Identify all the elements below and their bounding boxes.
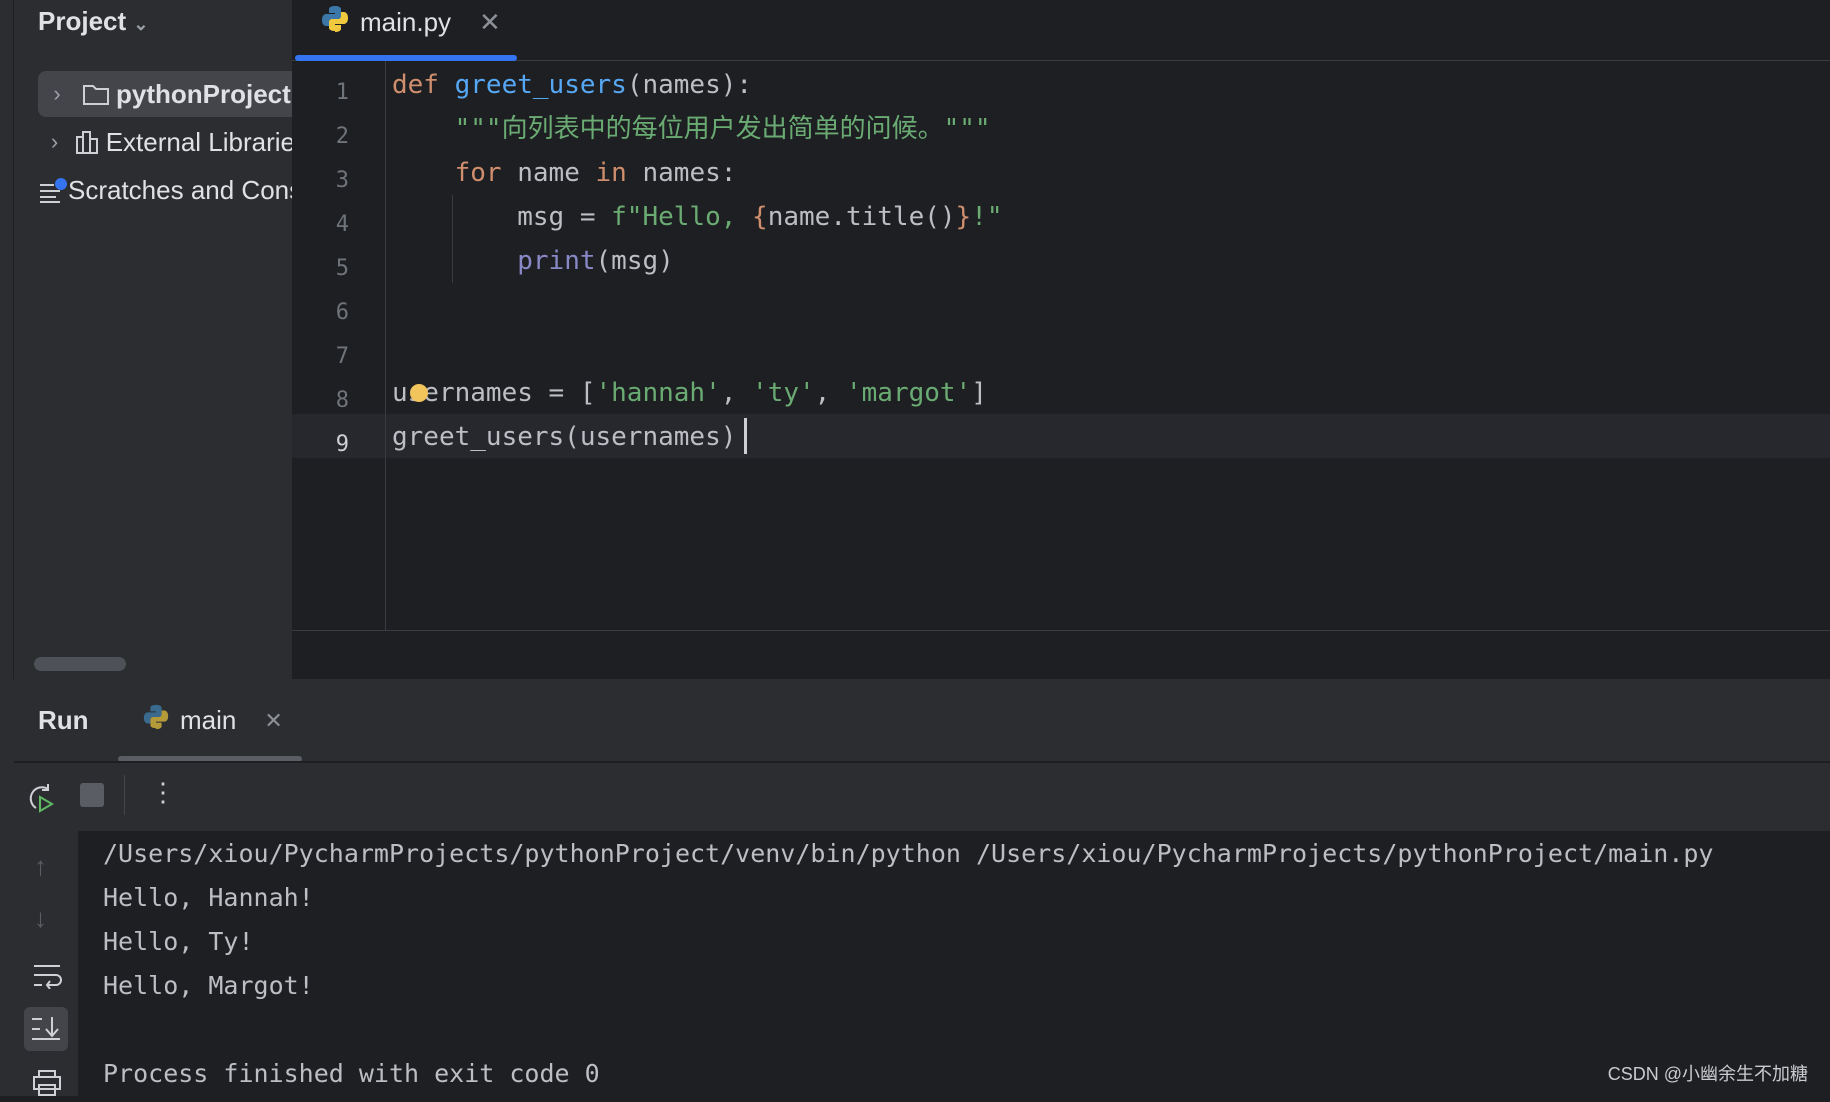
console-line: Hello, Ty! — [103, 927, 254, 956]
scratches-icon — [38, 177, 68, 203]
scroll-to-end-icon[interactable] — [24, 1007, 68, 1051]
project-view-selector[interactable]: Project ⌄ — [38, 6, 148, 37]
line-number: 1 — [335, 80, 349, 105]
divider — [124, 775, 125, 815]
line-number: 8 — [335, 388, 349, 413]
code-token: 'hannah' — [595, 378, 721, 408]
console-toolbar: ↑ ↓ — [14, 831, 78, 1096]
folder-icon — [76, 82, 116, 106]
code-line[interactable]: def greet_users(names): — [392, 63, 752, 107]
chevron-right-icon[interactable]: › — [38, 81, 76, 107]
code-token: } — [955, 202, 972, 232]
line-number: 4 — [335, 212, 349, 237]
watermark: CSDN @小幽余生不加糖 — [1607, 1064, 1808, 1084]
code-token: , — [720, 378, 753, 408]
code-token: def — [392, 70, 455, 100]
code-token: (names): — [626, 70, 753, 100]
code-token: """向列表中的每位用户发出简单的问候。""" — [392, 114, 991, 144]
rerun-icon[interactable] — [24, 781, 56, 818]
code-line[interactable]: for name in names: — [392, 151, 737, 195]
code-token: (msg) — [595, 246, 674, 276]
tree-item-scratches[interactable]: Scratches and Consoles — [38, 167, 292, 213]
line-number: 3 — [335, 168, 349, 193]
line-number: 6 — [335, 300, 349, 325]
tree-item-label: Scratches and Consoles — [68, 174, 292, 205]
arrow-up-icon[interactable]: ↑ — [34, 851, 47, 882]
console-line: Hello, Margot! — [103, 971, 314, 1000]
editor-tab-bar: main.py ✕ — [292, 0, 1830, 61]
close-icon[interactable]: ✕ — [264, 708, 282, 734]
run-panel-title: Run — [38, 705, 89, 735]
code-token: ] — [971, 378, 987, 408]
code-token: name — [501, 158, 596, 188]
stop-icon[interactable] — [80, 783, 104, 807]
code-token: names: — [626, 158, 737, 188]
tab-main-py[interactable]: main.py ✕ — [320, 4, 501, 41]
indent-guide — [452, 195, 453, 283]
line-number: 7 — [335, 344, 349, 369]
code-token: msg = — [392, 202, 612, 232]
tab-label: main.py — [360, 7, 452, 37]
python-icon — [320, 4, 350, 41]
code-line[interactable]: msg = f"Hello, {name.title()}!" — [392, 195, 1003, 239]
tree-item-external-libraries[interactable]: › External Libraries — [38, 119, 292, 165]
code-token: print — [517, 246, 596, 276]
code-token: { — [752, 202, 768, 232]
intention-bulb-icon[interactable] — [410, 384, 428, 402]
print-icon[interactable] — [32, 1069, 62, 1102]
code-token: 'ty' — [752, 378, 815, 408]
code-token: 'margot' — [845, 378, 972, 408]
code-line[interactable]: greet_users(usernames) — [392, 415, 736, 459]
tree-item-pythonproject[interactable]: › pythonProject — [38, 71, 292, 117]
code-token: for — [454, 158, 502, 188]
close-icon[interactable]: ✕ — [479, 7, 501, 38]
code-token: greet_users(usernames) — [392, 422, 737, 452]
chevron-down-icon: ⌄ — [133, 14, 149, 34]
console-output[interactable]: /Users/xiou/PycharmProjects/pythonProjec… — [78, 831, 1830, 1096]
console-line: /Users/xiou/PycharmProjects/pythonProjec… — [103, 839, 1714, 868]
tree-item-label: External Libraries — [105, 126, 292, 157]
sidebar-horizontal-scrollbar[interactable] — [34, 657, 126, 671]
project-sidebar: Project ⌄ › pythonProject › External Lib… — [14, 0, 292, 679]
line-number: 9 — [335, 432, 349, 457]
run-tab-label: main — [180, 705, 237, 735]
console-line: Process finished with exit code 0 — [103, 1059, 600, 1088]
code-token: f"Hello, — [611, 202, 753, 232]
code-token: , — [814, 378, 846, 408]
divider — [14, 761, 1830, 763]
line-number-gutter: 1 2 3 4 5 6 7 8 9 — [292, 61, 386, 630]
tree-item-label: pythonProject — [116, 78, 291, 109]
code-token: !" — [971, 202, 1003, 232]
code-token: in — [595, 158, 627, 188]
soft-wrap-icon[interactable] — [32, 963, 62, 994]
code-line[interactable]: """向列表中的每位用户发出简单的问候。""" — [392, 107, 991, 151]
console-line: Hello, Hannah! — [103, 883, 314, 912]
more-options-icon[interactable]: ⋮ — [150, 777, 176, 808]
code-token: name.title() — [767, 202, 956, 232]
run-tab-main[interactable]: main ✕ — [142, 703, 283, 738]
text-cursor — [744, 418, 747, 454]
run-panel: Run main ✕ ⋮ ↑ ↓ /Users/xiou/PycharmProj… — [0, 679, 1830, 1096]
library-icon — [71, 129, 106, 155]
arrow-down-icon[interactable]: ↓ — [34, 903, 47, 934]
code-line[interactable]: usernames = ['hannah', 'ty', 'margot'] — [392, 371, 987, 415]
code-token: greet_users — [454, 70, 627, 100]
chevron-right-icon[interactable]: › — [38, 129, 71, 155]
line-number: 5 — [335, 256, 349, 281]
code-line[interactable]: print(msg) — [392, 239, 674, 283]
python-icon — [142, 703, 170, 738]
line-number: 2 — [335, 124, 349, 149]
editor-bottom-border — [292, 630, 1830, 631]
project-title: Project — [38, 6, 127, 36]
